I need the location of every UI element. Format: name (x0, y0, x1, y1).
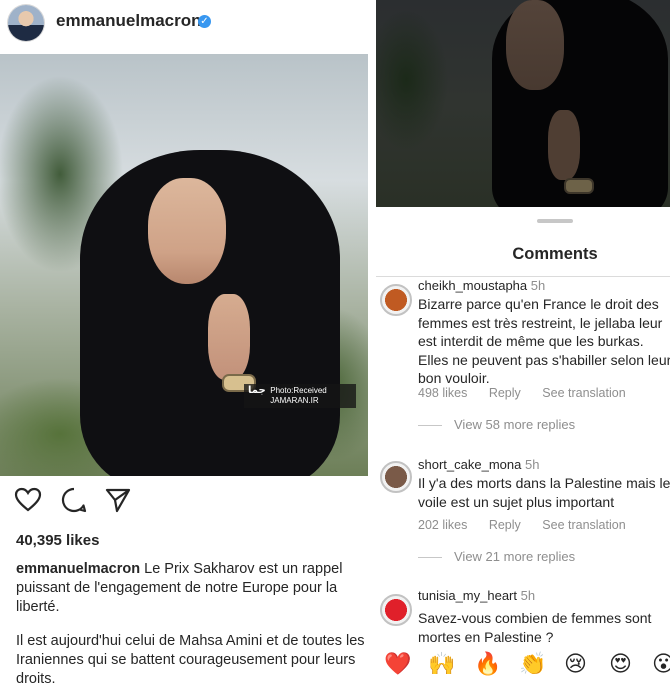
post-caption-paragraph-2: Il est aujourd'hui celui de Mahsa Amini … (16, 633, 365, 685)
view-replies-button[interactable]: View 58 more replies (418, 417, 575, 432)
dim-photo-subject-hand (548, 110, 580, 180)
comment-line: Il y'a des morts dans la Palestine mais … (418, 475, 670, 491)
raised-hands-emoji[interactable]: 🙌 (428, 652, 455, 676)
reply-button[interactable]: Reply (489, 518, 521, 532)
jamaran-logo: جما (248, 385, 266, 396)
view-replies-label: View 58 more replies (454, 417, 576, 432)
commenter-avatar[interactable] (380, 594, 412, 626)
caption-username[interactable]: emmanuelmacron (16, 561, 140, 577)
post-action-bar (0, 486, 368, 522)
comment-line: Elles ne peuvent pas s'habiller selon le… (418, 351, 670, 368)
comment-time: 5h (530, 278, 546, 293)
dim-photo-subject-watch (564, 178, 594, 194)
view-replies-label: View 21 more replies (454, 549, 576, 564)
comment-line: bon vouloir. (418, 370, 490, 386)
reply-button[interactable]: Reply (489, 386, 521, 400)
comment-username[interactable]: tunisia_my_heart (418, 588, 517, 603)
comment-text: Savez-vous combien de femmes sont mortes… (418, 609, 670, 646)
comment-header: tunisia_my_heart 5h (418, 588, 535, 603)
comments-panel: Comments cheikh_moustapha 5h Bizarre par… (376, 0, 670, 685)
comment-meta: 202 likes Reply See translation (418, 518, 644, 532)
photo-credit-watermark: جما Photo:Received JAMARAN.IR (244, 384, 356, 408)
comment-text: Il y'a des morts dans la Palestine mais … (418, 474, 670, 511)
comment-likes[interactable]: 202 likes (418, 518, 467, 532)
profile-avatar[interactable] (8, 5, 44, 41)
sheet-divider (376, 276, 670, 277)
view-replies-button[interactable]: View 21 more replies (418, 549, 575, 564)
comment-line: est interdit de même que les burkas. (418, 333, 644, 349)
comment-line: voile est un sujet plus important (418, 493, 615, 510)
photo-credit-line2: JAMARAN.IR (270, 396, 319, 405)
comment-username[interactable]: cheikh_moustapha (418, 278, 527, 293)
replies-line (418, 425, 442, 427)
heart-emoji[interactable]: ❤️ (384, 652, 411, 676)
comment-text: Bizarre parce qu'en France le droit des … (418, 295, 670, 388)
photo-subject-face (148, 178, 226, 284)
heart-icon[interactable] (14, 486, 42, 514)
comment-line: Bizarre parce qu'en France le droit des (418, 296, 659, 312)
comment-header: short_cake_mona 5h (418, 457, 539, 472)
comment-username[interactable]: short_cake_mona (418, 457, 521, 472)
comment-time: 5h (524, 457, 540, 472)
comment-line: Savez-vous combien de femmes sont (418, 610, 652, 626)
clapping-emoji[interactable]: 👏 (519, 652, 546, 676)
replies-line (418, 557, 442, 559)
comment-icon[interactable] (60, 486, 88, 514)
dimmed-post-photo (376, 0, 670, 207)
post-caption: emmanuelmacron Le Prix Sakharov est un r… (16, 560, 368, 617)
crying-emoji[interactable]: 😢 (564, 652, 587, 676)
post-panel: emmanuelmacron ✓ جما Photo:Received JAMA… (0, 0, 368, 685)
post-photo[interactable]: جما Photo:Received JAMARAN.IR (0, 54, 368, 476)
verified-badge-icon: ✓ (198, 15, 211, 28)
post-header: emmanuelmacron ✓ (0, 0, 368, 48)
photo-subject-hand (208, 294, 250, 380)
share-icon[interactable] (104, 486, 132, 514)
dim-photo-subject-face (506, 0, 564, 90)
comment-time: 5h (520, 588, 536, 603)
surprised-emoji[interactable]: 😮 (652, 652, 670, 676)
commenter-avatar[interactable] (380, 284, 412, 316)
comment-line: femmes est très restreint, le jellaba le… (418, 314, 663, 331)
photo-credit-line1: Photo:Received (270, 386, 327, 395)
sheet-drag-handle[interactable] (537, 219, 573, 223)
fire-emoji[interactable]: 🔥 (474, 652, 501, 676)
like-count[interactable]: 40,395 likes (16, 532, 99, 549)
commenter-avatar[interactable] (380, 461, 412, 493)
comment-likes[interactable]: 498 likes (418, 386, 467, 400)
comment-header: cheikh_moustapha 5h (418, 278, 545, 293)
comments-title: Comments (512, 245, 598, 263)
post-username[interactable]: emmanuelmacron (56, 11, 202, 31)
emoji-reaction-bar: ❤️ 🙌 🔥 👏 😢 😍 😮 (376, 642, 670, 685)
see-translation-button[interactable]: See translation (542, 386, 625, 400)
heart-eyes-emoji[interactable]: 😍 (609, 652, 632, 676)
see-translation-button[interactable]: See translation (542, 518, 625, 532)
comment-meta: 498 likes Reply See translation (418, 386, 644, 400)
